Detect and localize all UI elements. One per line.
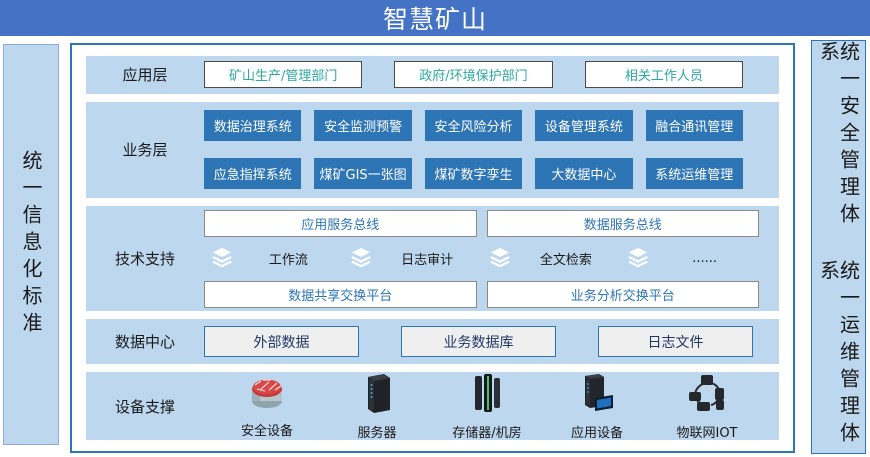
layers-icon [210,246,234,272]
left-panel-label: 统一信息化标准 [21,150,41,339]
device-label: 安全设备 [241,420,293,439]
server-icon [360,372,394,418]
layer-data-label: 数据中心 [86,331,204,352]
right-system-panel: 统一安全管理体系 统一运维管理体系 [811,40,866,454]
device-items: 安全设备 服务器 [204,372,762,441]
device-application: 应用设备 [542,372,652,441]
tech-buses: 应用服务总线 数据服务总线 [204,210,759,237]
business-items: 数据治理系统 安全监测预警 安全风险分析 设备管理系统 融合通讯管理 应急指挥系… [204,110,743,189]
business-item: 大数据中心 [535,158,632,189]
tech-middleware-label: ...... [650,251,759,266]
tech-platforms: 数据共享交换平台 业务分析交换平台 [204,281,759,308]
layers-icon [349,246,373,272]
tech-bus: 数据服务总线 [487,210,760,237]
layer-data-center: 数据中心 外部数据 业务数据库 日志文件 [86,319,779,364]
business-item: 安全风险分析 [425,110,522,141]
layers-icon [626,246,650,272]
right-panel-label-security: 统一安全管理体系 [819,41,859,234]
tech-middleware-label: 全文检索 [512,249,621,268]
tech-items: 应用服务总线 数据服务总线 工作流 日志审计 [204,210,759,308]
app-device-icon [577,372,617,418]
tech-platform: 业务分析交换平台 [487,281,760,308]
application-item: 相关工作人员 [585,61,743,88]
application-items: 矿山生产/管理部门 政府/环境保护部门 相关工作人员 [204,61,743,88]
layer-device-label: 设备支撑 [86,396,204,417]
tech-bus: 应用服务总线 [204,210,477,237]
storage-rack-icon [469,372,505,418]
data-center-item: 外部数据 [204,326,359,357]
layer-application: 应用层 矿山生产/管理部门 政府/环境保护部门 相关工作人员 [86,56,779,94]
data-center-item: 日志文件 [598,326,753,357]
application-item: 政府/环境保护部门 [394,61,552,88]
device-server: 服务器 [322,372,432,441]
data-center-items: 外部数据 业务数据库 日志文件 [204,326,753,357]
business-item: 煤矿GIS一张图 [314,158,411,189]
tech-middleware-label: 工作流 [234,249,343,268]
tech-middleware: 全文检索 [482,246,621,272]
tech-middlewares: 工作流 日志审计 全文检索 [204,246,759,272]
layer-tech-support: 技术支持 应用服务总线 数据服务总线 工作流 日志审计 [86,206,779,311]
iot-network-icon [685,372,729,418]
firewall-icon [245,372,289,416]
tech-middleware-label: 日志审计 [373,249,482,268]
layer-business: 业务层 数据治理系统 安全监测预警 安全风险分析 设备管理系统 融合通讯管理 应… [86,102,779,198]
layer-business-label: 业务层 [86,139,204,160]
device-security: 安全设备 [212,372,322,441]
business-item: 应急指挥系统 [204,158,301,189]
device-label: 应用设备 [571,422,623,441]
business-item: 系统运维管理 [646,158,743,189]
layer-device-support: 设备支撑 安全设备 [86,372,779,440]
tech-middleware: 日志审计 [343,246,482,272]
layer-application-label: 应用层 [86,64,204,85]
business-item: 安全监测预警 [314,110,411,141]
device-iot: 物联网IOT [652,372,762,441]
device-label: 存储器/机房 [452,422,521,441]
business-item: 煤矿数字孪生 [425,158,522,189]
business-item: 融合通讯管理 [646,110,743,141]
business-item: 数据治理系统 [204,110,301,141]
architecture-frame: 应用层 矿山生产/管理部门 政府/环境保护部门 相关工作人员 业务层 数据治理系… [70,43,795,453]
business-item: 设备管理系统 [535,110,632,141]
tech-middleware: 工作流 [204,246,343,272]
application-item: 矿山生产/管理部门 [204,61,362,88]
left-standard-panel: 统一信息化标准 [3,44,59,445]
layers-icon [488,246,512,272]
right-panel-label-ops: 统一运维管理体系 [819,260,859,453]
layer-tech-label: 技术支持 [86,248,204,269]
device-label: 服务器 [357,422,396,441]
page-title: 智慧矿山 [0,0,870,36]
tech-middleware: ...... [620,246,759,272]
tech-platform: 数据共享交换平台 [204,281,477,308]
device-storage: 存储器/机房 [432,372,542,441]
data-center-item: 业务数据库 [401,326,556,357]
device-label: 物联网IOT [676,422,737,441]
